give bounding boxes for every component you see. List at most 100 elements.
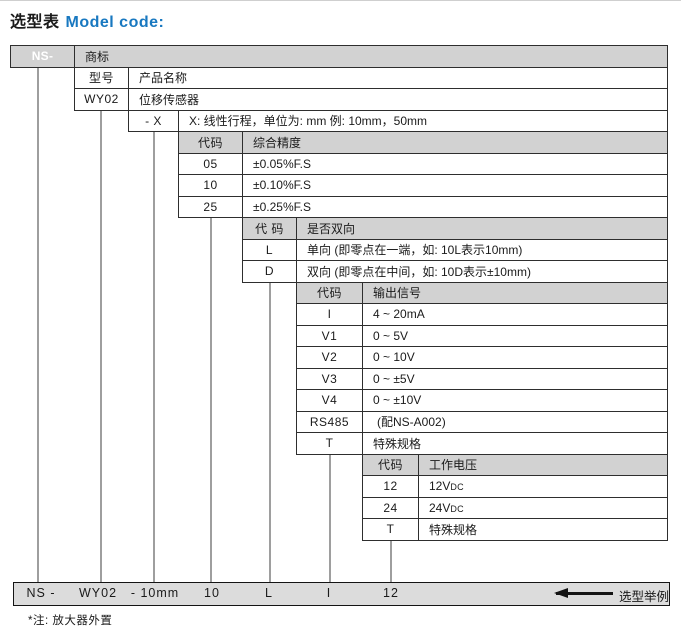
- model-code-cell: WY02: [75, 89, 129, 110]
- voltage-desc-cell: 12VDC: [419, 476, 667, 497]
- table-row: V1 0 ~ 5V: [297, 325, 667, 347]
- stroke-code-cell: - X: [129, 111, 179, 132]
- accuracy-desc-cell: ±0.05%F.S: [243, 154, 667, 175]
- output-desc-cell: 特殊规格: [363, 433, 667, 454]
- output-desc-cell: 0 ~ ±10V: [363, 390, 667, 411]
- table-row: RS485 (配NS-A002): [297, 411, 667, 433]
- example-item-direction: L: [265, 586, 273, 600]
- table-row: 型号 产品名称: [75, 68, 667, 89]
- example-order-row: NS - WY02 - 10mm 10 L I 12 选型举例: [13, 582, 670, 606]
- voltage-desc-cell: 特殊规格: [419, 519, 667, 540]
- voltage-code-cell: 24: [363, 498, 419, 519]
- output-desc-cell: 0 ~ 5V: [363, 326, 667, 347]
- example-item-voltage: 12: [383, 586, 399, 600]
- connector-line-voltage: [390, 540, 392, 583]
- accuracy-desc-cell: ±0.25%F.S: [243, 197, 667, 218]
- example-arrow-label: 选型举例: [619, 586, 669, 605]
- voltage-value: 24V: [429, 501, 450, 515]
- footnote: *注: 放大器外置: [28, 612, 112, 628]
- voltage-value: 12V: [429, 479, 450, 493]
- direction-desc-cell: 单向 (即零点在一端，如: 10L表示10mm): [297, 240, 667, 261]
- output-code-cell: I: [297, 304, 363, 325]
- accuracy-header-code-cell: 代码: [179, 132, 243, 153]
- output-code-cell: V3: [297, 369, 363, 390]
- page-edge-line: [0, 0, 681, 1]
- output-header-desc-cell: 输出信号: [363, 283, 667, 304]
- table-row: V4 0 ~ ±10V: [297, 389, 667, 411]
- table-block-supply-voltage: 代码 工作电压 12 12VDC 24 24VDC T 特殊规格: [362, 454, 668, 541]
- table-header-row: 代码 输出信号: [297, 283, 667, 304]
- table-row: I 4 ~ 20mA: [297, 303, 667, 325]
- table-block-brand: NS- 商标: [10, 45, 668, 68]
- example-item-stroke: - 10mm: [131, 586, 179, 600]
- table-block-direction: 代 码 是否双向 L 单向 (即零点在一端，如: 10L表示10mm) D 双向…: [242, 217, 668, 283]
- table-row: - X X: 线性行程，单位为: mm 例: 10mm，50mm: [129, 111, 667, 132]
- brand-desc-cell: 商标: [75, 46, 667, 67]
- voltage-code-cell: 12: [363, 476, 419, 497]
- table-row: 24 24VDC: [363, 497, 667, 519]
- accuracy-desc-cell: ±0.10%F.S: [243, 175, 667, 196]
- table-row: V3 0 ~ ±5V: [297, 368, 667, 390]
- stroke-desc-cell: X: 线性行程，单位为: mm 例: 10mm，50mm: [179, 111, 667, 132]
- direction-code-cell: L: [243, 240, 297, 261]
- model-header-code-cell: 型号: [75, 68, 129, 89]
- table-row: T 特殊规格: [363, 518, 667, 540]
- example-item-brand: NS -: [27, 586, 56, 600]
- connector-line-output: [329, 454, 331, 583]
- voltage-desc-cell: 24VDC: [419, 498, 667, 519]
- left-arrow-head-icon: [554, 588, 568, 598]
- direction-code-cell: D: [243, 261, 297, 282]
- voltage-unit-sub: DC: [450, 480, 464, 492]
- table-row: D 双向 (即零点在中间，如: 10D表示±10mm): [243, 260, 667, 282]
- table-block-model: 型号 产品名称 WY02 位移传感器: [74, 67, 668, 111]
- table-row: 10 ±0.10%F.S: [179, 174, 667, 196]
- accuracy-code-cell: 25: [179, 197, 243, 218]
- table-header-row: 代码 综合精度: [179, 132, 667, 153]
- brand-code-cell: NS-: [11, 46, 75, 67]
- table-row: L 单向 (即零点在一端，如: 10L表示10mm): [243, 239, 667, 261]
- output-code-cell: RS485: [297, 412, 363, 433]
- voltage-header-code-cell: 代码: [363, 455, 419, 476]
- table-row: T 特殊规格: [297, 432, 667, 454]
- table-row: WY02 位移传感器: [75, 88, 667, 110]
- direction-header-code-cell: 代 码: [243, 218, 297, 239]
- page-title-en: Model code:: [66, 14, 165, 31]
- direction-desc-cell: 双向 (即零点在中间，如: 10D表示±10mm): [297, 261, 667, 282]
- table-header-row: 代 码 是否双向: [243, 218, 667, 239]
- page-title: 选型表 Model code:: [10, 8, 164, 32]
- connector-line-accuracy: [210, 217, 212, 582]
- table-block-stroke: - X X: 线性行程，单位为: mm 例: 10mm，50mm: [128, 110, 668, 133]
- table-row: 05 ±0.05%F.S: [179, 153, 667, 175]
- accuracy-header-desc-cell: 综合精度: [243, 132, 667, 153]
- voltage-header-desc-cell: 工作电压: [419, 455, 667, 476]
- example-item-accuracy: 10: [204, 586, 220, 600]
- table-block-accuracy: 代码 综合精度 05 ±0.05%F.S 10 ±0.10%F.S 25 ±0.…: [178, 131, 668, 218]
- accuracy-code-cell: 05: [179, 154, 243, 175]
- table-row: 25 ±0.25%F.S: [179, 196, 667, 218]
- table-header-row: 代码 工作电压: [363, 455, 667, 476]
- example-item-output: I: [327, 586, 331, 600]
- output-header-code-cell: 代码: [297, 283, 363, 304]
- table-row: V2 0 ~ 10V: [297, 346, 667, 368]
- page-title-zh: 选型表: [10, 14, 60, 31]
- voltage-unit-sub: DC: [450, 502, 464, 514]
- output-code-cell: V1: [297, 326, 363, 347]
- connector-line-brand: [37, 67, 39, 583]
- accuracy-code-cell: 10: [179, 175, 243, 196]
- model-header-desc-cell: 产品名称: [129, 68, 667, 89]
- model-desc-cell: 位移传感器: [129, 89, 667, 110]
- table-row: NS- 商标: [11, 46, 667, 67]
- table-block-output-signal: 代码 输出信号 I 4 ~ 20mA V1 0 ~ 5V V2 0 ~ 10V …: [296, 282, 668, 455]
- output-desc-cell: 0 ~ ±5V: [363, 369, 667, 390]
- output-desc-cell: (配NS-A002): [363, 412, 667, 433]
- output-code-cell: V4: [297, 390, 363, 411]
- output-code-cell: T: [297, 433, 363, 454]
- connector-line-direction: [269, 282, 271, 583]
- output-desc-cell: 0 ~ 10V: [363, 347, 667, 368]
- connector-line-stroke: [153, 131, 155, 582]
- example-item-model: WY02: [79, 586, 117, 600]
- voltage-code-cell: T: [363, 519, 419, 540]
- output-desc-cell: 4 ~ 20mA: [363, 304, 667, 325]
- output-code-cell: V2: [297, 347, 363, 368]
- direction-header-desc-cell: 是否双向: [297, 218, 667, 239]
